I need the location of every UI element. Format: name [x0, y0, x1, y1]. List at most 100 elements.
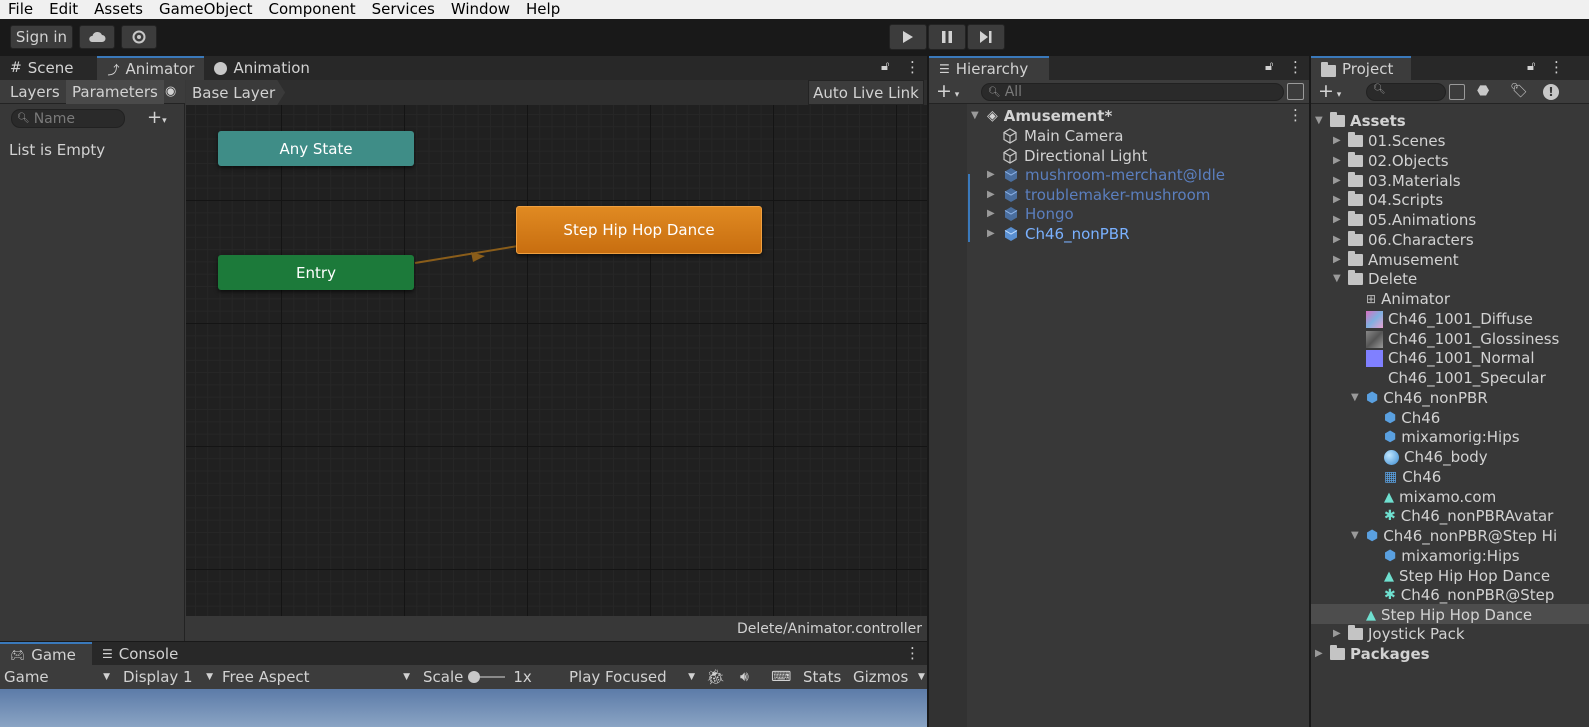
hierarchy-item-main-camera[interactable]: Main Camera — [1002, 126, 1123, 146]
filter-type-icon[interactable]: ⬣ — [1477, 83, 1489, 99]
menu-gameobject[interactable]: GameObject — [151, 0, 261, 19]
tree-folder[interactable]: ▶ 02.Objects — [1333, 151, 1449, 171]
eye-icon[interactable]: ◉ — [165, 84, 176, 99]
add-parameter-button[interactable]: +▾ — [147, 107, 167, 128]
breadcrumb[interactable]: Base Layer — [186, 80, 286, 105]
pause-button[interactable] — [928, 24, 966, 50]
stats-button[interactable]: Stats — [803, 665, 841, 689]
game-view[interactable] — [0, 689, 927, 727]
tree-folder-delete[interactable]: ▼ Delete — [1333, 269, 1417, 289]
tab-game[interactable]: 🎮︎ Game — [0, 642, 92, 666]
kebab-menu-icon[interactable]: ⋮ — [1549, 58, 1564, 76]
tree-assets[interactable]: ▼ Assets — [1315, 111, 1406, 131]
chevron-right-icon[interactable]: ▶ — [1333, 255, 1343, 265]
tab-layers[interactable]: Layers — [4, 80, 66, 104]
menu-window[interactable]: Window — [443, 0, 518, 19]
play-mode-dropdown[interactable]: Play Focused ▼ — [569, 665, 695, 689]
tree-subasset[interactable]: ▦ Ch46 — [1384, 467, 1441, 487]
chevron-down-icon[interactable]: ▼ — [1351, 531, 1361, 541]
tab-scene[interactable]: # Scene — [0, 56, 83, 80]
tree-folder[interactable]: ▶ Amusement — [1333, 250, 1459, 270]
tree-asset-selected[interactable]: ▲ Step Hip Hop Dance — [1366, 605, 1532, 625]
transition-arrow[interactable] — [186, 105, 927, 616]
tree-subasset[interactable]: ▲ mixamo.com — [1384, 487, 1496, 507]
chevron-right-icon[interactable]: ▶ — [987, 229, 997, 239]
kebab-menu-icon[interactable]: ⋮ — [905, 58, 920, 76]
chevron-right-icon[interactable]: ▶ — [987, 209, 997, 219]
tree-asset[interactable]: Ch46_1001_Normal — [1366, 348, 1535, 368]
tree-folder[interactable]: ▶ 01.Scenes — [1333, 131, 1445, 151]
lock-icon[interactable]: 🔓︎ — [881, 59, 889, 74]
tree-folder[interactable]: ▶ 04.Scripts — [1333, 190, 1443, 210]
hierarchy-item-directional-light[interactable]: Directional Light — [1002, 146, 1147, 166]
any-state-node[interactable]: Any State — [218, 131, 414, 166]
tree-subasset[interactable]: ⬢ Ch46 — [1384, 408, 1440, 428]
tree-asset[interactable]: ⊞ Animator — [1366, 289, 1450, 309]
parameter-search-input[interactable]: 🔍︎ Name — [11, 109, 125, 128]
tab-console[interactable]: ☰ Console — [92, 642, 188, 666]
play-button[interactable] — [889, 24, 927, 50]
menu-services[interactable]: Services — [364, 0, 443, 19]
tree-model-nonpbr[interactable]: ▼ ⬢ Ch46_nonPBR — [1351, 388, 1488, 408]
chevron-right-icon[interactable]: ▶ — [1333, 136, 1343, 146]
chevron-down-icon[interactable]: ▼ — [1351, 393, 1361, 403]
chevron-down-icon[interactable]: ▼ — [971, 111, 981, 121]
tree-subasset[interactable]: ✱ Ch46_nonPBRAvatar — [1384, 506, 1553, 526]
tree-subasset[interactable]: ✱ Ch46_nonPBR@Step — [1384, 585, 1554, 605]
collab-button[interactable] — [121, 25, 157, 49]
create-asset-button[interactable]: + ▾ — [1318, 80, 1341, 102]
gizmos-button[interactable]: Gizmos — [853, 665, 908, 689]
tree-folder[interactable]: ▶ 05.Animations — [1333, 210, 1476, 230]
chevron-right-icon[interactable]: ▶ — [1333, 215, 1343, 225]
menu-edit[interactable]: Edit — [41, 0, 86, 19]
chevron-right-icon[interactable]: ▶ — [1333, 176, 1343, 186]
search-options-icon[interactable] — [1287, 83, 1304, 100]
tree-asset[interactable]: Ch46_1001_Specular — [1366, 368, 1546, 388]
speaker-icon[interactable]: 🔊︎ — [740, 665, 749, 689]
step-button[interactable] — [967, 24, 1005, 50]
hierarchy-item-ch46-nonpbr[interactable]: ▶ Ch46_nonPBR — [987, 224, 1130, 244]
chevron-right-icon[interactable]: ▶ — [987, 190, 997, 200]
lock-icon[interactable]: 🔓︎ — [1265, 59, 1273, 74]
label-tag-icon[interactable]: 🏷︎ — [1510, 83, 1528, 99]
project-search-input[interactable]: 🔍︎ — [1366, 83, 1446, 101]
chevron-right-icon[interactable]: ▶ — [1333, 629, 1343, 639]
tab-project[interactable]: Project — [1311, 56, 1411, 80]
chevron-right-icon[interactable]: ▶ — [1333, 195, 1343, 205]
cloud-button[interactable] — [79, 25, 115, 49]
entry-node[interactable]: Entry — [218, 255, 414, 290]
lock-icon[interactable]: 🔓︎ — [1527, 59, 1535, 74]
game-view-dropdown[interactable]: Game ▼ — [4, 665, 110, 689]
state-node[interactable]: Step Hip Hop Dance — [516, 206, 762, 254]
tree-subasset[interactable]: ⬢ mixamorig:Hips — [1384, 546, 1520, 566]
tab-animation[interactable]: Animation — [204, 56, 319, 80]
chevron-down-icon[interactable]: ▼ — [918, 665, 925, 689]
tree-asset[interactable]: Ch46_1001_Diffuse — [1366, 309, 1533, 329]
kebab-menu-icon[interactable]: ⋮ — [1288, 58, 1303, 76]
create-button[interactable]: + ▾ — [936, 80, 959, 102]
tree-folder[interactable]: ▶ Joystick Pack — [1333, 624, 1465, 644]
scene-row[interactable]: ▼ ◈ Amusement* — [971, 106, 1112, 126]
display-dropdown[interactable]: Display 1 ▼ — [123, 665, 213, 689]
search-options-icon[interactable] — [1449, 84, 1465, 100]
chevron-right-icon[interactable]: ▶ — [1333, 235, 1343, 245]
warning-icon[interactable]: ! — [1543, 84, 1559, 100]
hierarchy-search-input[interactable]: 🔍︎ All — [981, 83, 1284, 101]
tree-folder[interactable]: ▶ 03.Materials — [1333, 171, 1461, 191]
tree-model-step[interactable]: ▼ ⬢ Ch46_nonPBR@Step Hi — [1351, 526, 1557, 546]
animator-graph-canvas[interactable]: Any State Entry Step Hip Hop Dance — [186, 105, 927, 616]
menu-help[interactable]: Help — [518, 0, 568, 19]
auto-live-link-button[interactable]: Auto Live Link — [808, 80, 924, 105]
chevron-down-icon[interactable]: ▼ — [1315, 116, 1325, 126]
menu-assets[interactable]: Assets — [86, 0, 151, 19]
sign-in-button[interactable]: Sign in — [10, 25, 73, 49]
menu-file[interactable]: File — [0, 0, 41, 19]
hierarchy-item-troublemaker-mushroom[interactable]: ▶ troublemaker-mushroom — [987, 185, 1210, 205]
chevron-right-icon[interactable]: ▶ — [987, 170, 997, 180]
slider-track[interactable] — [468, 671, 506, 683]
chevron-down-icon[interactable]: ▼ — [1333, 274, 1343, 284]
hierarchy-item-hongo[interactable]: ▶ Hongo — [987, 204, 1074, 224]
tree-subasset[interactable]: ▲ Step Hip Hop Dance — [1384, 566, 1550, 586]
chevron-right-icon[interactable]: ▶ — [1333, 156, 1343, 166]
tree-subasset[interactable]: ⬢ mixamorig:Hips — [1384, 427, 1520, 447]
